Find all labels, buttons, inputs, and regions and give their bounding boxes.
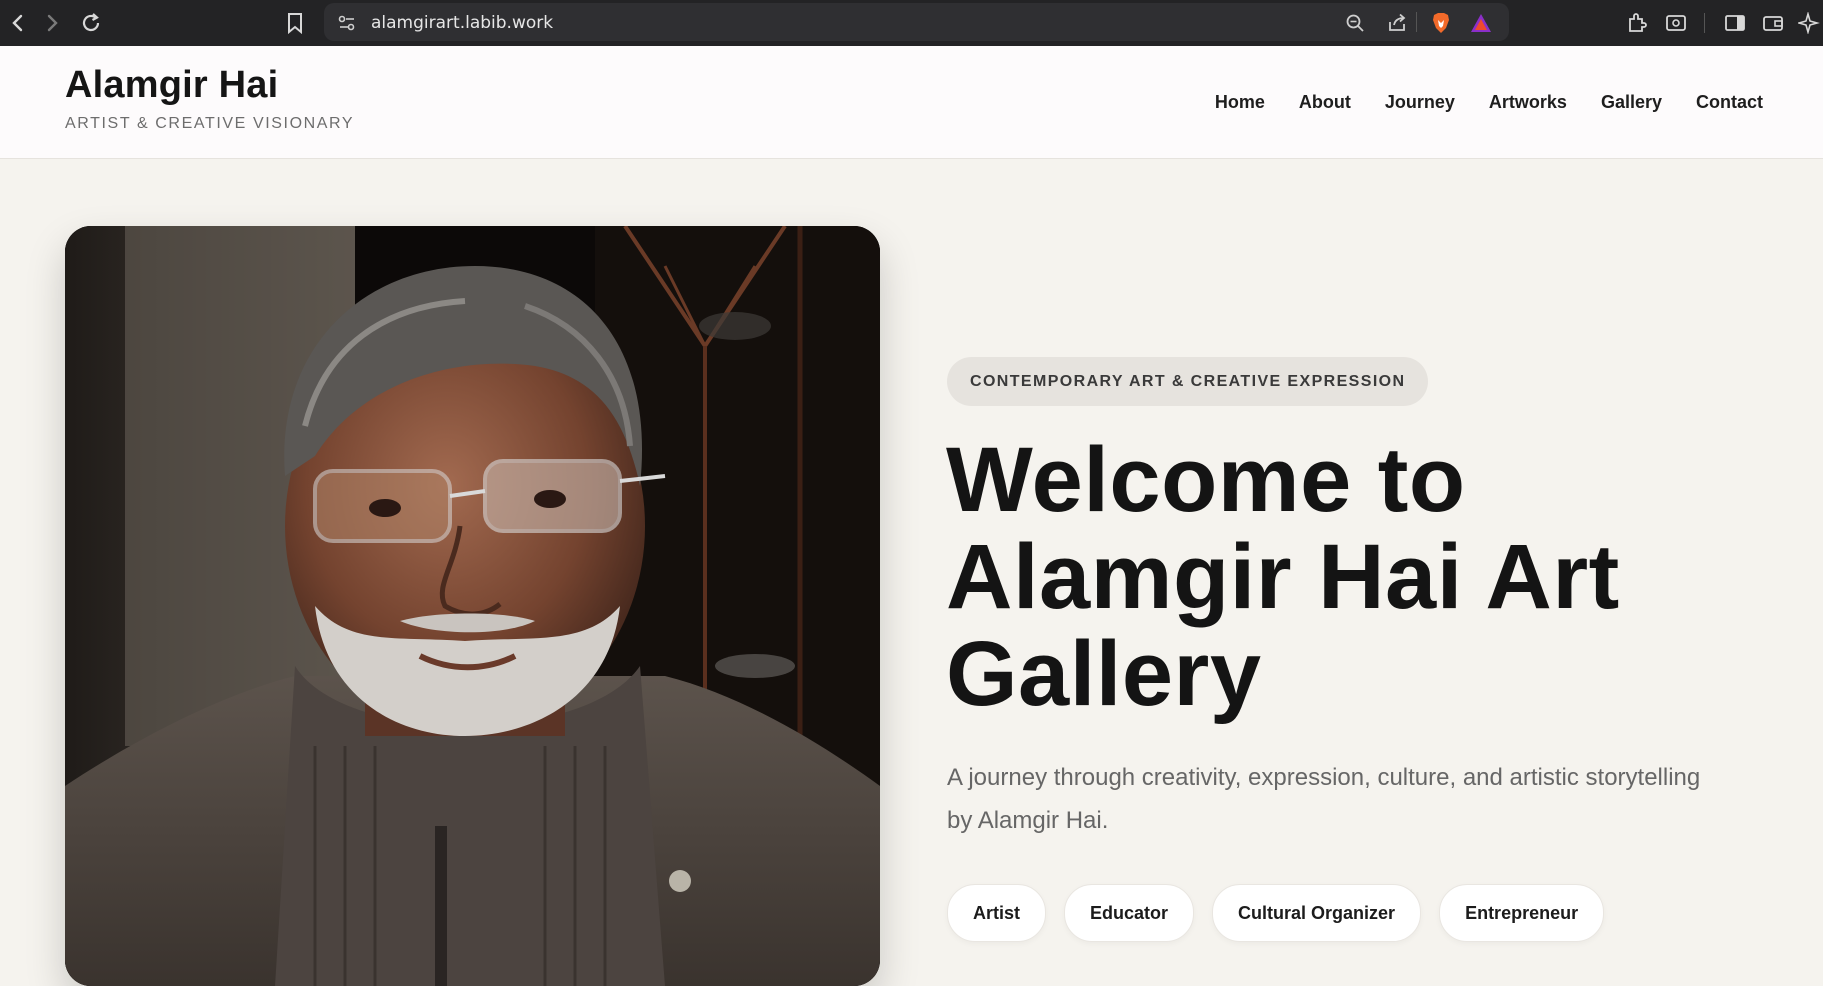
hero-title: Welcome to Alamgir Hai Art Gallery [946,429,1620,725]
nav-gallery[interactable]: Gallery [1601,92,1662,113]
role-tags: Artist Educator Cultural Organizer Entre… [947,884,1605,942]
extensions-icon[interactable] [1624,10,1650,36]
wallet-icon[interactable] [1760,10,1786,36]
role-tag-artist[interactable]: Artist [947,884,1047,942]
role-tag-cultural-organizer[interactable]: Cultural Organizer [1212,884,1422,942]
hero-subtitle: A journey through creativity, expression… [947,764,1701,834]
browser-toolbar: alamgirart.labib.work [0,0,1823,46]
address-bar[interactable]: alamgirart.labib.work [324,3,1509,41]
reload-icon[interactable] [77,9,105,37]
bookmark-icon[interactable] [281,9,309,37]
artist-portrait-photo [65,226,880,986]
site-header: Alamgir Hai ARTIST & CREATIVE VISIONARY … [0,46,1823,159]
sidebar-icon[interactable] [1722,10,1748,36]
site-logo-text[interactable]: Alamgir Hai [65,64,278,107]
forward-icon[interactable] [38,9,66,37]
role-tag-educator[interactable]: Educator [1064,884,1195,942]
main-nav: Home About Journey Artworks Gallery Cont… [1215,92,1763,113]
reader-mode-icon[interactable] [1663,10,1689,36]
share-icon[interactable] [1386,12,1408,34]
back-icon[interactable] [4,9,32,37]
nav-home[interactable]: Home [1215,92,1265,113]
nav-artworks[interactable]: Artworks [1489,92,1567,113]
url-text[interactable]: alamgirart.labib.work [371,13,553,33]
nav-contact[interactable]: Contact [1696,92,1763,113]
zoom-icon[interactable] [1344,12,1366,34]
role-tag-entrepreneur[interactable]: Entrepreneur [1439,884,1605,942]
leo-ai-icon[interactable] [1796,10,1822,36]
brave-shields-icon[interactable] [1430,12,1452,34]
nav-about[interactable]: About [1299,92,1351,113]
site-settings-icon[interactable] [336,12,358,34]
site-tagline: ARTIST & CREATIVE VISIONARY [65,115,355,132]
hero-kicker-badge: CONTEMPORARY ART & CREATIVE EXPRESSION [947,357,1429,406]
nav-journey[interactable]: Journey [1385,92,1455,113]
brave-rewards-icon[interactable] [1470,12,1492,34]
